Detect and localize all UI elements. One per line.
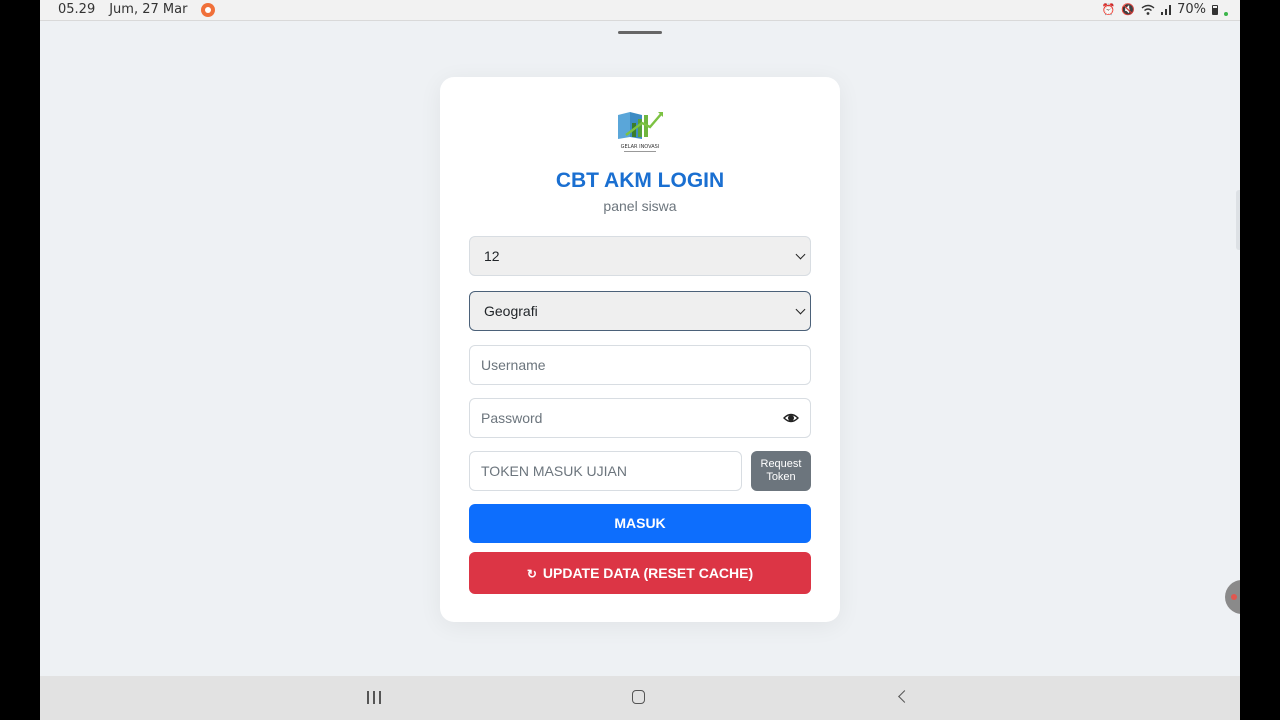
logo-text: GELAR INOVASI <box>621 144 660 150</box>
eye-icon[interactable] <box>783 411 799 425</box>
edge-panel-handle[interactable] <box>1236 190 1240 250</box>
device-screen: 05.29 Jum, 27 Mar ⏰ 🔇 70% GELAR INOVASI … <box>40 0 1240 720</box>
login-card: GELAR INOVASI CBT AKM LOGIN panel siswa … <box>440 77 840 622</box>
navigation-bar <box>40 676 1240 720</box>
floating-assistant-button[interactable] <box>1225 580 1240 614</box>
chevron-down-icon <box>795 249 806 260</box>
battery-percent: 70% <box>1177 2 1206 17</box>
password-input[interactable]: Password <box>469 398 811 438</box>
page-subtitle: panel siswa <box>603 198 677 214</box>
status-time: 05.29 <box>58 2 96 17</box>
masuk-button[interactable]: MASUK <box>469 504 811 543</box>
drag-handle[interactable] <box>618 31 662 34</box>
request-token-label-1: Request <box>760 458 802 470</box>
app-notification-icon <box>201 2 216 17</box>
subject-select[interactable]: Geografi <box>469 291 811 331</box>
status-bar: 05.29 Jum, 27 Mar ⏰ 🔇 70% <box>40 0 1240 21</box>
alarm-icon: ⏰ <box>1101 3 1116 16</box>
battery-icon <box>1212 4 1218 15</box>
back-icon[interactable] <box>898 690 911 703</box>
password-placeholder: Password <box>481 410 543 426</box>
token-placeholder: TOKEN MASUK UJIAN <box>481 463 627 479</box>
username-placeholder: Username <box>481 357 546 373</box>
update-data-button[interactable]: ↻ UPDATE DATA (RESET CACHE) <box>469 552 811 594</box>
gelar-inovasi-logo: GELAR INOVASI <box>612 109 668 155</box>
wifi-icon <box>1141 4 1155 15</box>
status-date: Jum, 27 Mar <box>109 2 188 17</box>
recent-apps-icon[interactable] <box>367 691 381 704</box>
token-input[interactable]: TOKEN MASUK UJIAN <box>469 451 742 491</box>
request-token-label-2: Token <box>766 471 796 483</box>
request-token-button[interactable]: Request Token <box>751 451 811 491</box>
class-select-value: 12 <box>484 248 500 264</box>
username-input[interactable]: Username <box>469 345 811 385</box>
update-data-label: UPDATE DATA (RESET CACHE) <box>542 565 754 581</box>
page-title: CBT AKM LOGIN <box>555 169 725 192</box>
status-dot <box>1224 11 1228 16</box>
signal-icon <box>1161 5 1172 15</box>
refresh-icon: ↻ <box>526 567 537 581</box>
class-select[interactable]: 12 <box>469 236 811 276</box>
chevron-down-icon <box>795 304 806 315</box>
mute-icon: 🔇 <box>1121 3 1136 16</box>
subject-select-value: Geografi <box>484 303 538 319</box>
home-icon[interactable] <box>632 690 645 704</box>
